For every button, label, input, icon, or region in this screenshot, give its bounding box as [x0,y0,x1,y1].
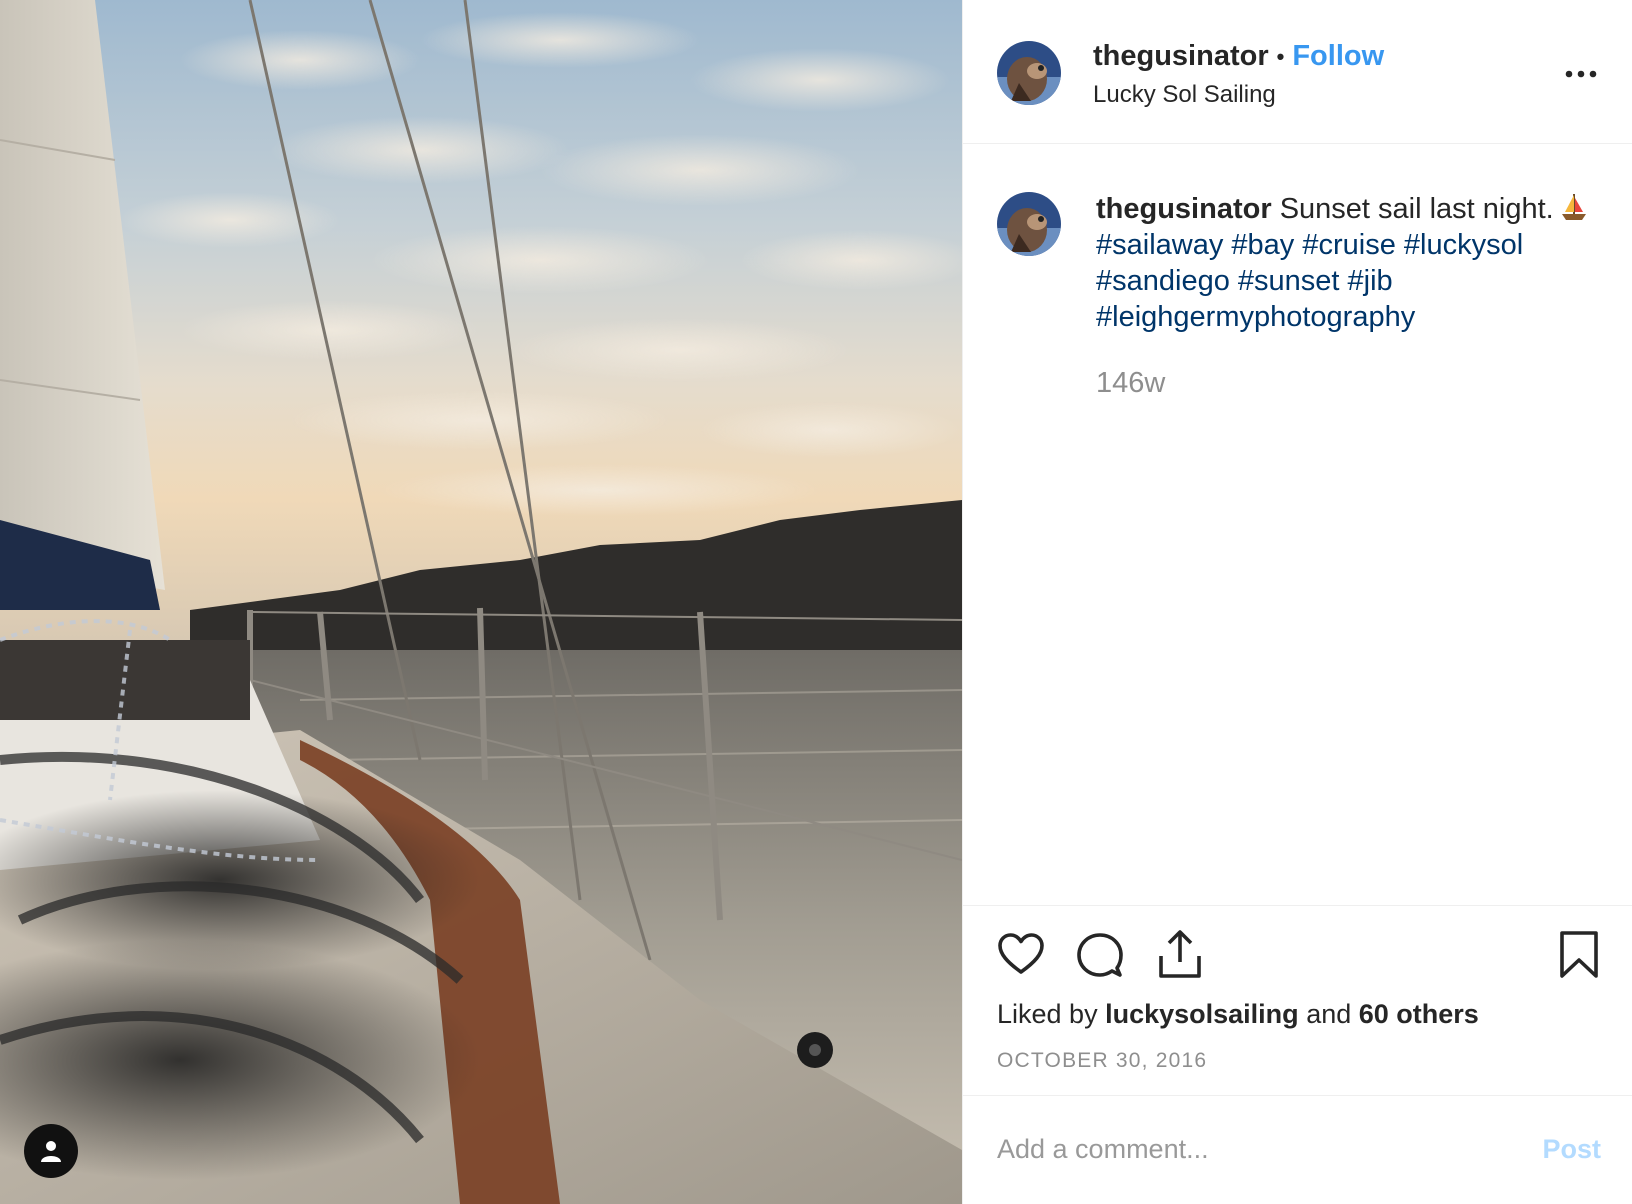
caption-username[interactable]: thegusinator [1096,193,1272,225]
more-options-icon[interactable] [1561,62,1601,86]
post-header: thegusinator • Follow Lucky Sol Sailing [963,0,1632,144]
hashtag-link[interactable]: #bay [1231,229,1294,261]
author-avatar[interactable] [997,41,1061,105]
sailboat-sunset-photo [0,0,962,1204]
sailboat-emoji-icon [1561,194,1586,220]
hashtag-link[interactable]: #sailaway [1096,229,1223,261]
separator-dot: • [1276,43,1285,69]
location-link[interactable]: Lucky Sol Sailing [1093,81,1384,109]
post-date[interactable]: OCTOBER 30, 2016 [997,1049,1207,1073]
caption-text: thegusinator Sunset sail last night. #sa… [1096,191,1606,335]
liked-by-prefix: Liked by [997,999,1098,1029]
likes-summary: Liked by luckysolsailing and 60 others [997,999,1479,1030]
comment-bar: Post [963,1095,1632,1204]
hashtag-link[interactable]: #sandiego [1096,265,1230,297]
hashtag-link[interactable]: #jib [1348,265,1393,297]
hashtag-link[interactable]: #leighgermyphotography [1096,301,1415,333]
share-icon[interactable] [1157,928,1203,980]
post-details-panel: thegusinator • Follow Lucky Sol Sailing [962,0,1632,1204]
comment-bubble-icon[interactable] [1077,932,1123,978]
liker-username[interactable]: luckysolsailing [1105,999,1299,1029]
post-photo[interactable] [0,0,962,1204]
post-comment-button[interactable]: Post [1542,1134,1601,1165]
post-container: thegusinator • Follow Lucky Sol Sailing [0,0,1632,1204]
bookmark-icon[interactable] [1559,930,1599,980]
user-tag-icon [41,1141,61,1162]
caption-time-ago[interactable]: 146w [1096,367,1165,400]
user-tag-button[interactable] [24,1124,78,1178]
caption-avatar[interactable] [997,192,1061,256]
hashtag-link[interactable]: #cruise [1302,229,1396,261]
action-bar: Liked by luckysolsailing and 60 others O… [963,905,1632,1095]
and-word: and [1306,999,1352,1029]
caption-section: thegusinator Sunset sail last night. #sa… [963,145,1632,905]
hashtag-link[interactable]: #sunset [1238,265,1340,297]
heart-icon[interactable] [997,932,1045,976]
caption-body: Sunset sail last night. [1279,193,1554,225]
author-username[interactable]: thegusinator [1093,40,1269,73]
follow-button[interactable]: Follow [1292,40,1384,73]
comment-input[interactable] [997,1124,1497,1174]
hashtag-link[interactable]: #luckysol [1404,229,1523,261]
others-likes-link[interactable]: 60 others [1359,999,1479,1029]
